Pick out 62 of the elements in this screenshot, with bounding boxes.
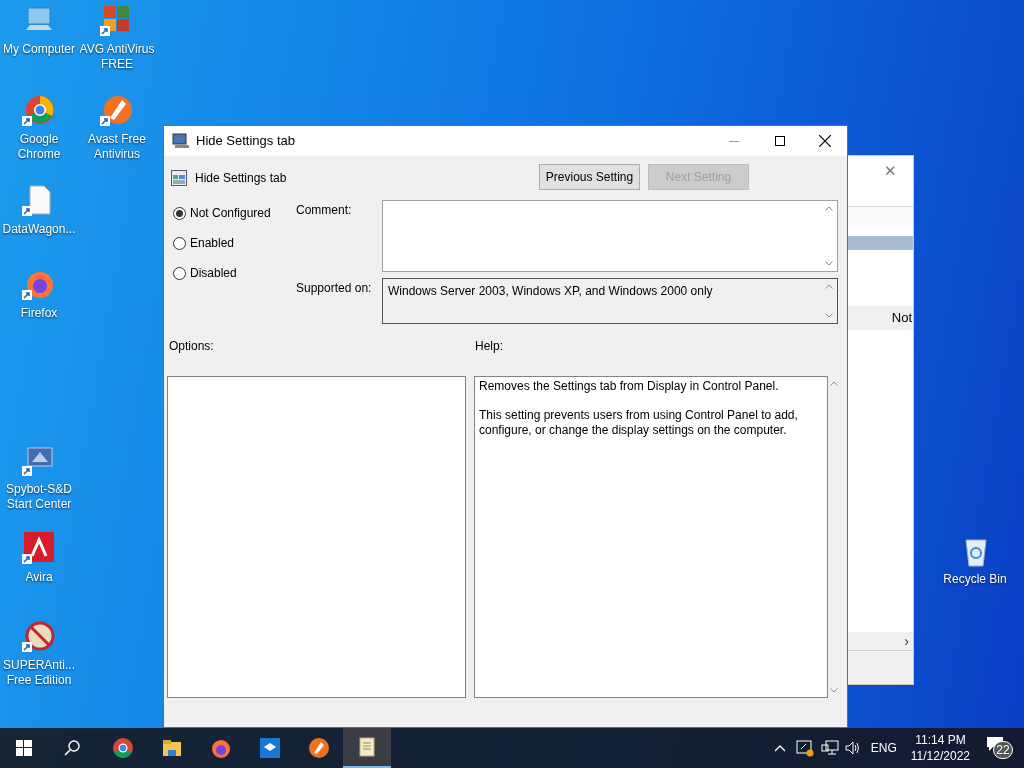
network-icon[interactable] bbox=[820, 740, 839, 756]
windows-logo-icon[interactable] bbox=[16, 740, 32, 756]
chevron-up-icon[interactable] bbox=[773, 744, 786, 752]
chrome-icon bbox=[111, 737, 134, 759]
scroll-down-icon[interactable] bbox=[830, 688, 838, 693]
help-text: This setting prevents users from using Control Panel to add, configure, or change the display settings on the computer. bbox=[479, 408, 799, 438]
close-icon[interactable] bbox=[819, 135, 831, 147]
clock-time: 11:14 PM bbox=[915, 732, 966, 748]
nav-button[interactable]: Previous Setting bbox=[539, 164, 640, 190]
radio-button[interactable] bbox=[173, 206, 186, 220]
scroll-up-icon[interactable] bbox=[830, 381, 838, 386]
clock[interactable]: 11:14 PM 11/12/2022 bbox=[910, 732, 970, 764]
desktop-icon-label[interactable]: Spybot-S&D Start Center bbox=[0, 482, 78, 512]
radio-label[interactable]: Not Configured bbox=[190, 204, 271, 222]
avira-icon[interactable] bbox=[22, 532, 56, 566]
desktop-icon-label[interactable]: Avast Free Antivirus bbox=[78, 132, 156, 162]
scroll-right-button[interactable]: › bbox=[904, 630, 909, 652]
desktop-icon-label[interactable]: Firefox bbox=[20, 306, 58, 321]
help-label: Help: bbox=[475, 338, 503, 355]
scroll-down-icon[interactable] bbox=[825, 313, 833, 318]
firefox-icon bbox=[209, 737, 232, 759]
box-icon bbox=[258, 737, 281, 759]
language-indicator[interactable]: ENG bbox=[870, 739, 897, 757]
help-text: Removes the Settings tab from Display in Control Panel. bbox=[479, 379, 780, 394]
search-icon[interactable] bbox=[64, 740, 80, 756]
comment-field[interactable] bbox=[382, 200, 838, 272]
desktop-icon-label[interactable]: SUPERAnti... Free Edition bbox=[0, 658, 78, 688]
desktop-icon-label[interactable]: AVG AntiVirus FREE bbox=[78, 42, 156, 72]
comment-label: Comment: bbox=[296, 202, 353, 219]
desktop-icon-label[interactable]: Recycle Bin bbox=[943, 572, 1007, 587]
chrome-icon[interactable] bbox=[22, 94, 56, 128]
avast-icon[interactable] bbox=[100, 94, 134, 128]
computer-icon bbox=[172, 133, 190, 149]
policy-icon bbox=[171, 169, 187, 187]
scroll-up-icon[interactable] bbox=[825, 284, 833, 289]
column-header: Not bbox=[891, 309, 913, 328]
close-button[interactable]: ✕ bbox=[884, 159, 897, 183]
desktop-icon-label[interactable]: Google Chrome bbox=[0, 132, 78, 162]
notification-badge: 22 bbox=[993, 741, 1013, 759]
speaker-icon[interactable] bbox=[844, 741, 861, 755]
desktop-icon-label[interactable]: DataWagon... bbox=[2, 222, 76, 237]
radio-button[interactable] bbox=[173, 236, 186, 250]
no-sign-icon[interactable] bbox=[22, 620, 56, 654]
scroll-icon bbox=[356, 736, 378, 758]
radio-label[interactable]: Disabled bbox=[190, 264, 237, 282]
radio-label[interactable]: Enabled bbox=[190, 234, 235, 252]
supported-label: Supported on: bbox=[296, 280, 373, 297]
window-title: Hide Settings tab bbox=[196, 132, 295, 151]
supported-text: Windows Server 2003, Windows XP, and Windows 2000 only bbox=[387, 283, 714, 300]
monitor-sync-icon[interactable] bbox=[795, 739, 814, 757]
desktop-icon-label[interactable]: My Computer bbox=[3, 42, 75, 57]
clock-date: 11/12/2022 bbox=[910, 748, 970, 764]
folder-icon bbox=[160, 737, 183, 759]
scroll-up-icon[interactable] bbox=[825, 206, 833, 211]
monitor-icon[interactable] bbox=[22, 444, 56, 478]
taskbar-app[interactable] bbox=[343, 728, 391, 768]
setting-name: Hide Settings tab bbox=[195, 170, 287, 187]
scroll-down-icon[interactable] bbox=[825, 261, 833, 266]
desktop-icon-label[interactable]: Avira bbox=[25, 570, 53, 585]
radio-button[interactable] bbox=[173, 266, 186, 280]
options-label: Options: bbox=[169, 338, 215, 355]
avast-icon bbox=[307, 737, 330, 759]
